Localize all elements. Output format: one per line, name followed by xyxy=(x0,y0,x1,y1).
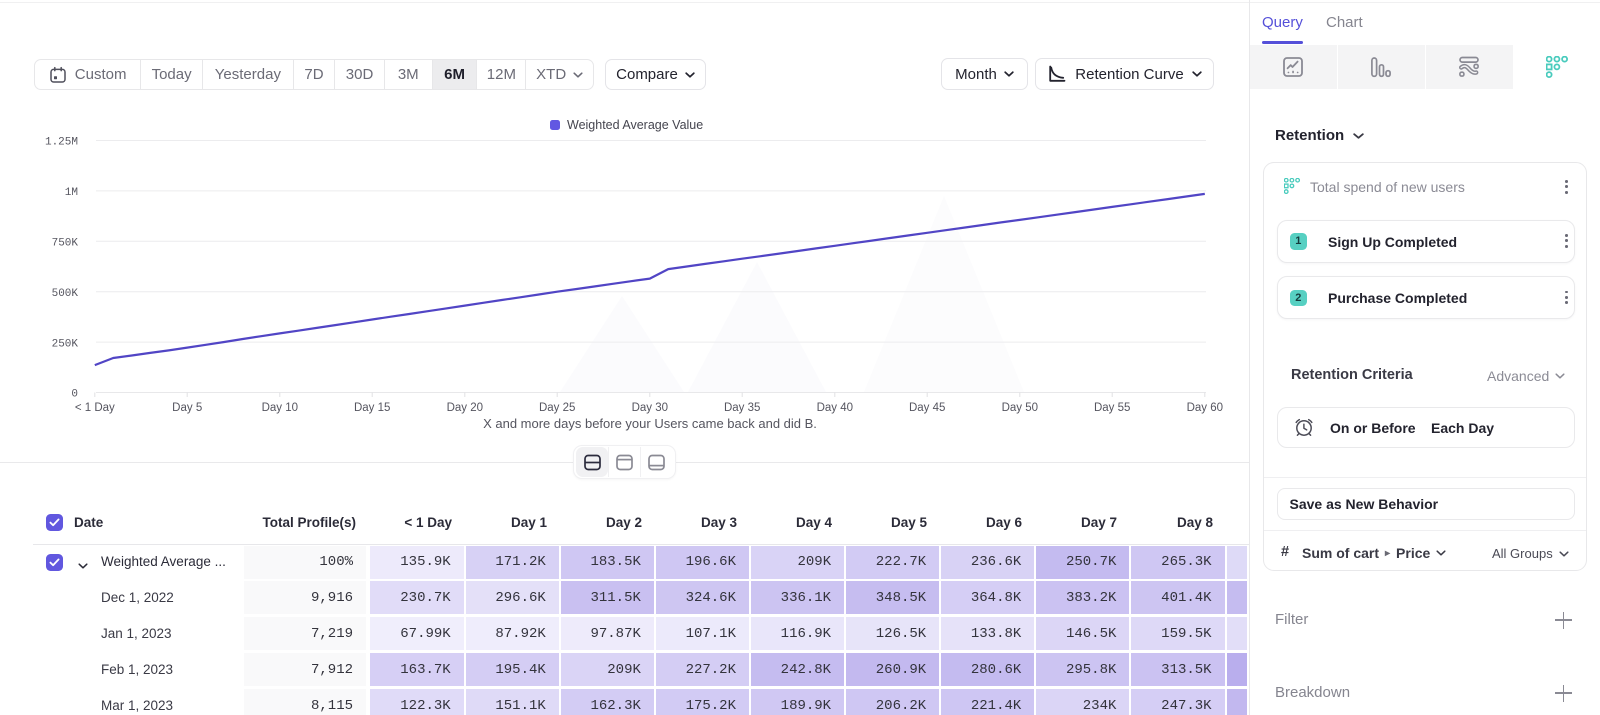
svg-text:Day 5: Day 5 xyxy=(172,402,202,414)
svg-text:Day 15: Day 15 xyxy=(354,402,390,414)
svg-text:Day 40: Day 40 xyxy=(817,402,853,414)
svg-text:250K: 250K xyxy=(52,338,79,350)
svg-text:Day 45: Day 45 xyxy=(909,402,945,414)
svg-text:Day 60: Day 60 xyxy=(1187,402,1223,414)
svg-text:Day 50: Day 50 xyxy=(1002,402,1038,414)
svg-text:Day 35: Day 35 xyxy=(724,402,760,414)
svg-text:Day 25: Day 25 xyxy=(539,402,575,414)
svg-text:1.25M: 1.25M xyxy=(45,137,78,149)
svg-text:Day 10: Day 10 xyxy=(262,402,298,414)
svg-text:1M: 1M xyxy=(65,187,78,199)
svg-text:Day 20: Day 20 xyxy=(447,402,483,414)
svg-text:500K: 500K xyxy=(52,288,79,300)
svg-text:< 1 Day: < 1 Day xyxy=(75,402,115,414)
svg-text:Day 30: Day 30 xyxy=(632,402,668,414)
svg-text:750K: 750K xyxy=(52,238,79,250)
svg-text:Day 55: Day 55 xyxy=(1094,402,1130,414)
svg-text:0: 0 xyxy=(71,389,78,401)
